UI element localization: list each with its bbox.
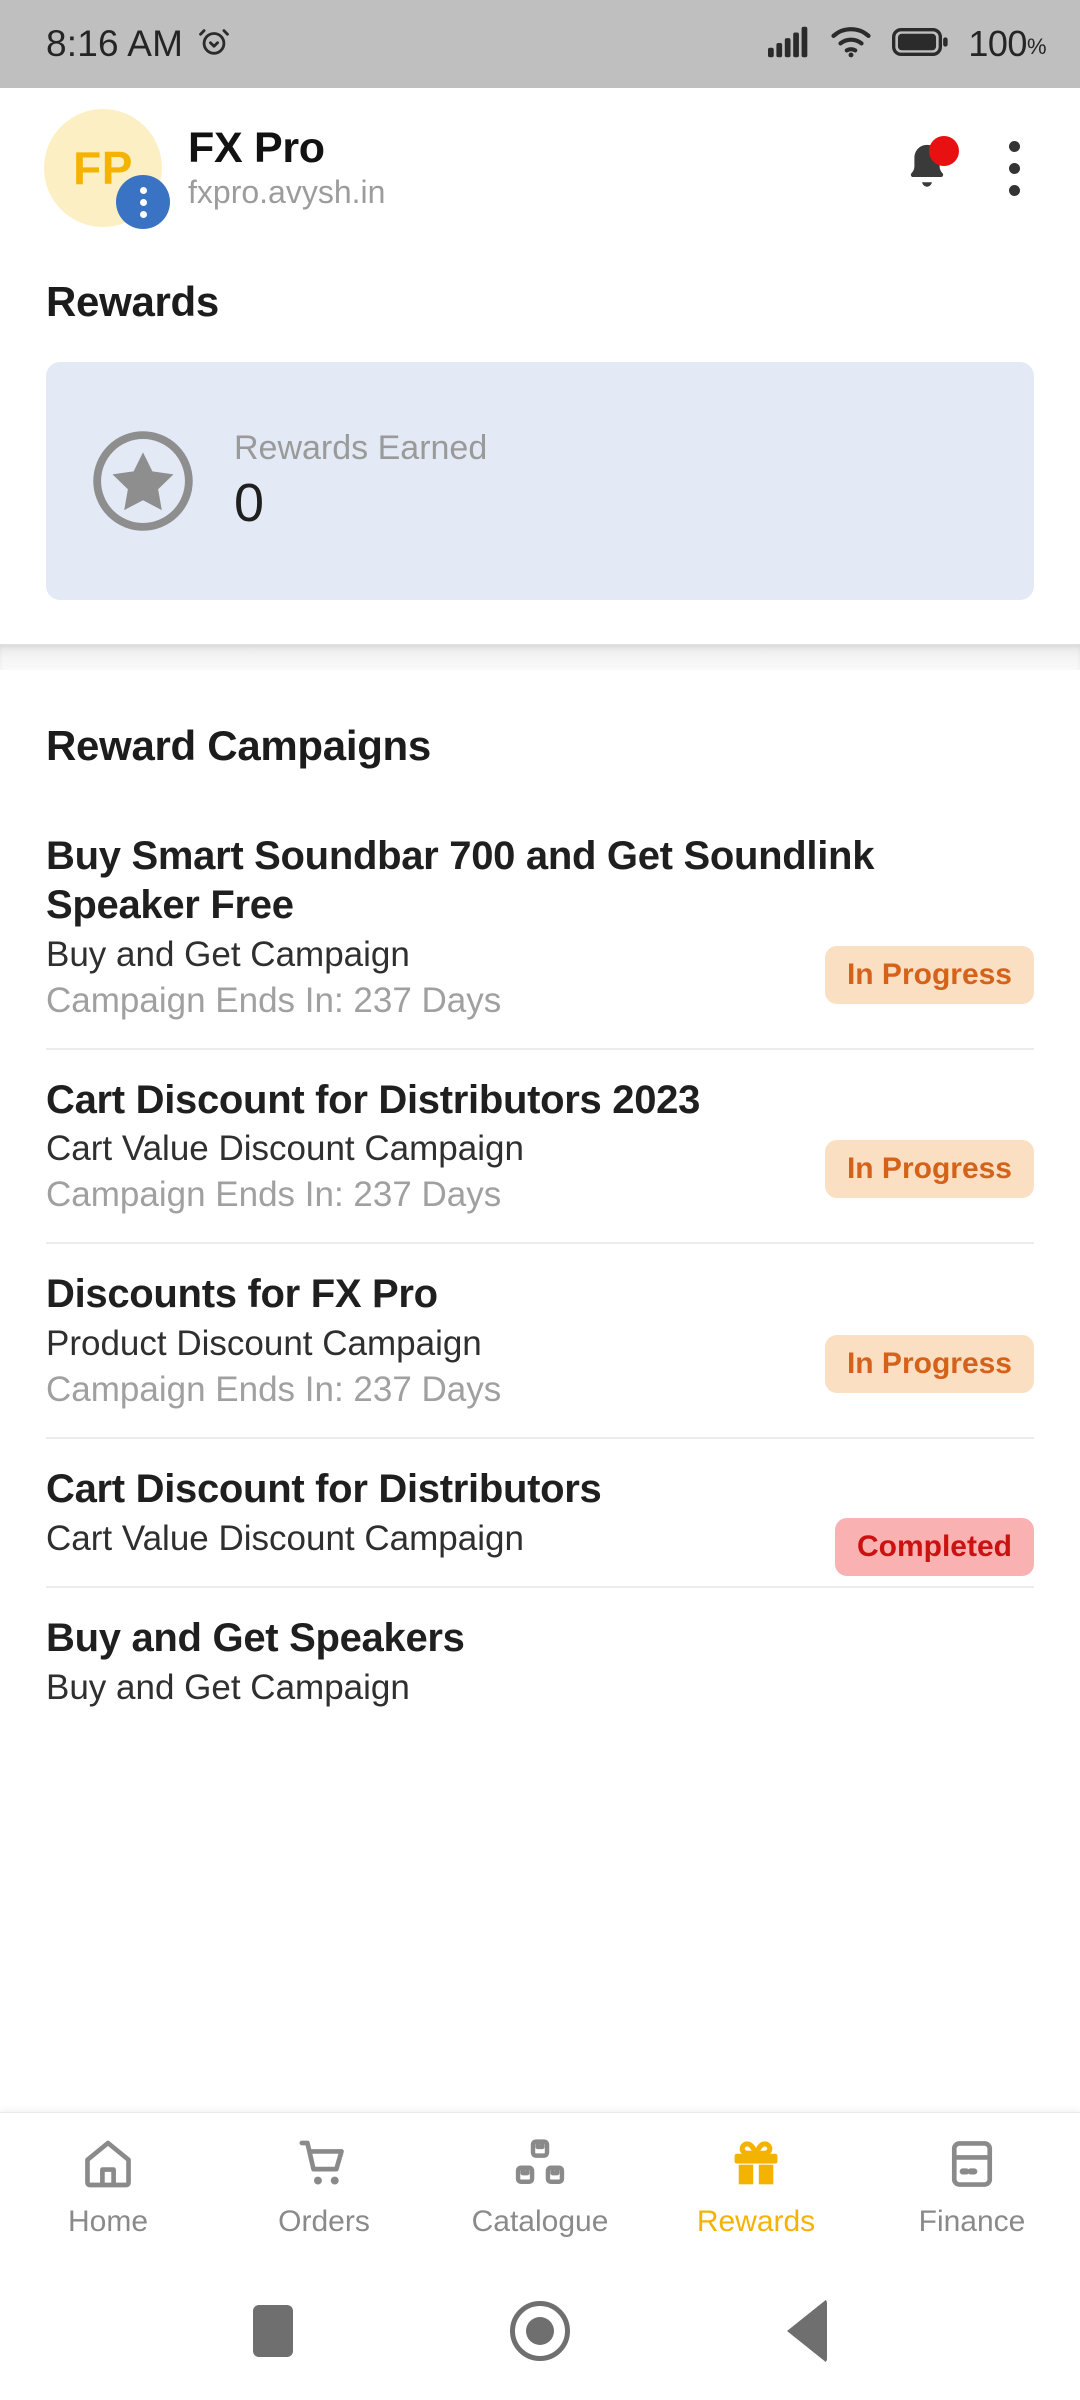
- status-bar-left: 8:16 AM: [46, 23, 231, 65]
- battery-full-icon: [892, 27, 948, 62]
- wifi-icon: [830, 26, 872, 63]
- nav-item-orders[interactable]: Orders: [216, 2136, 432, 2239]
- notifications-button[interactable]: [899, 136, 959, 198]
- campaign-title: Discounts for FX Pro: [46, 1272, 438, 1317]
- nav-item-rewards[interactable]: Rewards: [648, 2136, 864, 2239]
- campaign-title: Cart Discount for Distributors 2023: [46, 1077, 701, 1122]
- battery-percent: 100%: [968, 23, 1046, 64]
- notification-badge-dot: [929, 136, 959, 166]
- nav-item-finance[interactable]: Finance: [864, 2136, 1080, 2239]
- app-header: FP FX Pro fxpro.avysh.in: [0, 88, 1080, 248]
- phone-screen: 8:16 AM 100% FP FX Pro fxpro.avysh.in Re…: [0, 0, 1080, 2400]
- nav-item-catalogue[interactable]: Catalogue: [432, 2136, 648, 2239]
- more-vertical-icon[interactable]: [116, 175, 170, 229]
- campaign-row[interactable]: Cart Discount for Distributors Cart Valu…: [46, 1465, 1034, 1588]
- campaign-status-badge: In Progress: [824, 945, 1034, 1004]
- campaign-title: Buy and Get Speakers: [46, 1615, 465, 1660]
- nav-label-orders: Orders: [278, 2205, 370, 2238]
- app-identity: FX Pro fxpro.avysh.in: [188, 123, 386, 211]
- alarm-icon: [197, 25, 231, 64]
- campaign-status-badge: In Progress: [824, 1140, 1034, 1199]
- rewards-earned-value: 0: [234, 472, 265, 533]
- kebab-menu-icon[interactable]: [999, 135, 1030, 202]
- nav-label-finance: Finance: [918, 2205, 1026, 2238]
- star-circle-icon: [88, 426, 198, 536]
- rewards-earned-label: Rewards Earned: [234, 428, 488, 467]
- nav-label-home: Home: [67, 2205, 149, 2238]
- status-bar-clock: 8:16 AM: [46, 23, 184, 64]
- avatar[interactable]: FP: [44, 109, 170, 229]
- nav-item-home[interactable]: Home: [0, 2136, 216, 2239]
- rewards-earned-card[interactable]: Rewards Earned 0: [46, 362, 1034, 600]
- triangle-back-icon[interactable]: [752, 2276, 862, 2386]
- campaign-type: Buy and Get Campaign: [46, 1667, 410, 1707]
- campaign-row[interactable]: Buy and Get Speakers Buy and Get Campaig…: [46, 1614, 1034, 1735]
- nav-label-rewards: Rewards: [696, 2205, 816, 2238]
- bottom-navigation: Home Orders Catalogue Rewards Finance: [0, 2112, 1080, 2262]
- reward-campaigns-heading: Reward Campaigns: [46, 722, 431, 769]
- square-recents-icon[interactable]: [218, 2276, 328, 2386]
- section-separator-band: [0, 644, 1080, 670]
- nav-label-catalogue: Catalogue: [471, 2205, 609, 2238]
- campaign-status-badge: Completed: [834, 1517, 1034, 1576]
- android-system-nav: [0, 2262, 1080, 2400]
- rewards-section: Rewards Rewards Earned 0: [0, 248, 1080, 600]
- signal-bars-icon: [768, 26, 810, 63]
- campaign-row[interactable]: Cart Discount for Distributors 2023 Cart…: [46, 1076, 1034, 1245]
- rewards-earned-meta: Rewards Earned 0: [234, 429, 487, 533]
- home-icon: [79, 2136, 137, 2197]
- app-header-actions: [899, 135, 1040, 202]
- credit-card-icon: [943, 2136, 1001, 2197]
- campaign-title: Buy Smart Soundbar 700 and Get Soundlink…: [46, 834, 875, 927]
- status-bar-right: 100%: [768, 23, 1047, 65]
- rewards-heading: Rewards: [46, 278, 219, 325]
- app-title: FX Pro: [188, 123, 325, 172]
- app-subtitle: fxpro.avysh.in: [188, 174, 386, 211]
- status-bar: 8:16 AM 100%: [0, 0, 1080, 88]
- circle-home-icon[interactable]: [485, 2276, 595, 2386]
- campaign-list: Buy Smart Soundbar 700 and Get Soundlink…: [46, 832, 1034, 1735]
- campaign-status-badge: In Progress: [824, 1335, 1034, 1394]
- boxes-icon: [511, 2136, 569, 2197]
- campaign-row[interactable]: Discounts for FX Pro Product Discount Ca…: [46, 1270, 1034, 1440]
- campaign-title: Cart Discount for Distributors: [46, 1467, 602, 1512]
- campaign-row[interactable]: Buy Smart Soundbar 700 and Get Soundlink…: [46, 832, 1034, 1050]
- gift-icon: [727, 2136, 785, 2197]
- shopping-cart-icon: [295, 2136, 353, 2197]
